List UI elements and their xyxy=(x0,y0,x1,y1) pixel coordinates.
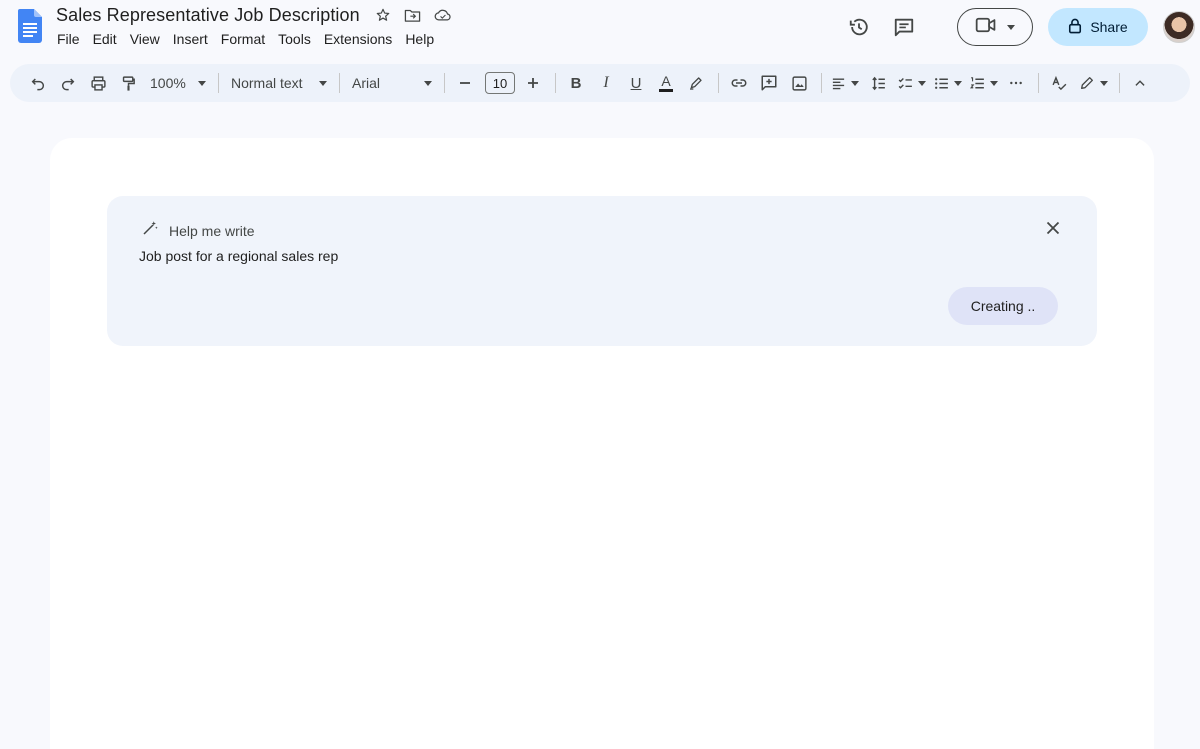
help-me-write-header: Help me write xyxy=(141,219,255,242)
menu-bar: File Edit View Insert Format Tools Exten… xyxy=(56,30,446,48)
chevron-down-icon xyxy=(917,80,926,86)
chevron-down-icon xyxy=(953,80,962,86)
align-left-icon[interactable] xyxy=(828,69,862,97)
menu-format[interactable]: Format xyxy=(220,30,271,48)
checklist-icon[interactable] xyxy=(894,69,928,97)
numbered-list-icon[interactable] xyxy=(966,69,1000,97)
help-me-write-label: Help me write xyxy=(169,222,255,239)
font-family-value: Arial xyxy=(352,75,381,91)
more-options-icon[interactable] xyxy=(1002,69,1030,97)
menu-view[interactable]: View xyxy=(129,30,166,48)
menu-insert[interactable]: Insert xyxy=(172,30,214,48)
print-icon[interactable] xyxy=(84,69,112,97)
title-icons xyxy=(374,6,452,24)
menu-edit[interactable]: Edit xyxy=(92,30,123,48)
toolbar-divider xyxy=(821,73,822,93)
cloud-saved-icon[interactable] xyxy=(434,6,452,24)
help-me-write-panel: Help me write Job post for a regional sa… xyxy=(107,196,1097,346)
close-icon[interactable] xyxy=(1043,218,1063,238)
toolbar-divider xyxy=(339,73,340,93)
user-avatar[interactable] xyxy=(1163,11,1195,43)
line-spacing-icon[interactable] xyxy=(864,69,892,97)
toolbar-divider xyxy=(555,73,556,93)
share-label: Share xyxy=(1090,19,1128,35)
toolbar-divider xyxy=(718,73,719,93)
menu-tools[interactable]: Tools xyxy=(277,30,317,48)
editing-mode-icon[interactable] xyxy=(1075,69,1111,97)
toolbar-divider xyxy=(1038,73,1039,93)
chevron-down-icon xyxy=(1007,24,1015,30)
comments-icon[interactable] xyxy=(891,14,917,40)
formatting-toolbar: 100% Normal text Arial 10 B I U A xyxy=(10,64,1190,102)
text-color-glyph: A xyxy=(661,73,671,89)
header-actions: Share xyxy=(840,8,1200,46)
increase-font-size-icon[interactable] xyxy=(519,69,547,97)
zoom-select[interactable]: 100% xyxy=(144,69,212,97)
share-button[interactable]: Share xyxy=(1048,8,1148,46)
chevron-down-icon xyxy=(989,80,998,86)
move-to-folder-icon[interactable] xyxy=(404,6,422,24)
menu-extensions[interactable]: Extensions xyxy=(323,30,398,48)
undo-icon[interactable] xyxy=(24,69,52,97)
chevron-down-icon xyxy=(198,80,206,86)
text-color-bar xyxy=(659,89,673,92)
title-row: Sales Representative Job Description xyxy=(56,4,452,26)
zoom-value: 100% xyxy=(150,75,186,91)
toolbar-divider xyxy=(1119,73,1120,93)
hide-menus-chevron-up-icon[interactable] xyxy=(1126,69,1154,97)
version-history-icon[interactable] xyxy=(846,14,872,40)
paint-format-icon[interactable] xyxy=(114,69,142,97)
insert-image-icon[interactable] xyxy=(785,69,813,97)
toolbar-divider xyxy=(218,73,219,93)
menu-file[interactable]: File xyxy=(56,30,86,48)
insert-link-icon[interactable] xyxy=(725,69,753,97)
highlight-pen-icon[interactable] xyxy=(682,69,710,97)
docs-logo-icon[interactable] xyxy=(18,9,42,43)
italic-button[interactable]: I xyxy=(592,69,620,97)
creating-button[interactable]: Creating .. xyxy=(948,287,1058,325)
app-header: Sales Representative Job Description Fil… xyxy=(0,0,1200,60)
document-title[interactable]: Sales Representative Job Description xyxy=(56,5,360,26)
underline-button[interactable]: U xyxy=(622,69,650,97)
video-camera-icon xyxy=(975,17,997,38)
font-family-select[interactable]: Arial xyxy=(346,69,438,97)
bold-button[interactable]: B xyxy=(562,69,590,97)
star-icon[interactable] xyxy=(374,6,392,24)
chevron-down-icon xyxy=(851,80,859,86)
text-color-button[interactable]: A xyxy=(652,69,680,97)
decrease-font-size-icon[interactable] xyxy=(451,69,479,97)
add-comment-icon[interactable] xyxy=(755,69,783,97)
redo-icon[interactable] xyxy=(54,69,82,97)
magic-wand-icon xyxy=(141,219,159,242)
spell-check-icon[interactable] xyxy=(1045,69,1073,97)
bulleted-list-icon[interactable] xyxy=(930,69,964,97)
menu-help[interactable]: Help xyxy=(404,30,440,48)
chevron-down-icon xyxy=(1099,80,1108,86)
chevron-down-icon xyxy=(424,80,432,86)
lock-icon xyxy=(1068,18,1082,37)
toolbar-divider xyxy=(444,73,445,93)
paragraph-style-select[interactable]: Normal text xyxy=(225,69,333,97)
document-page[interactable]: Help me write Job post for a regional sa… xyxy=(50,138,1154,749)
help-me-write-prompt[interactable]: Job post for a regional sales rep xyxy=(139,248,338,264)
meet-button[interactable] xyxy=(957,8,1033,46)
chevron-down-icon xyxy=(319,80,327,86)
paragraph-style-value: Normal text xyxy=(231,75,303,91)
font-size-input[interactable]: 10 xyxy=(485,72,515,94)
